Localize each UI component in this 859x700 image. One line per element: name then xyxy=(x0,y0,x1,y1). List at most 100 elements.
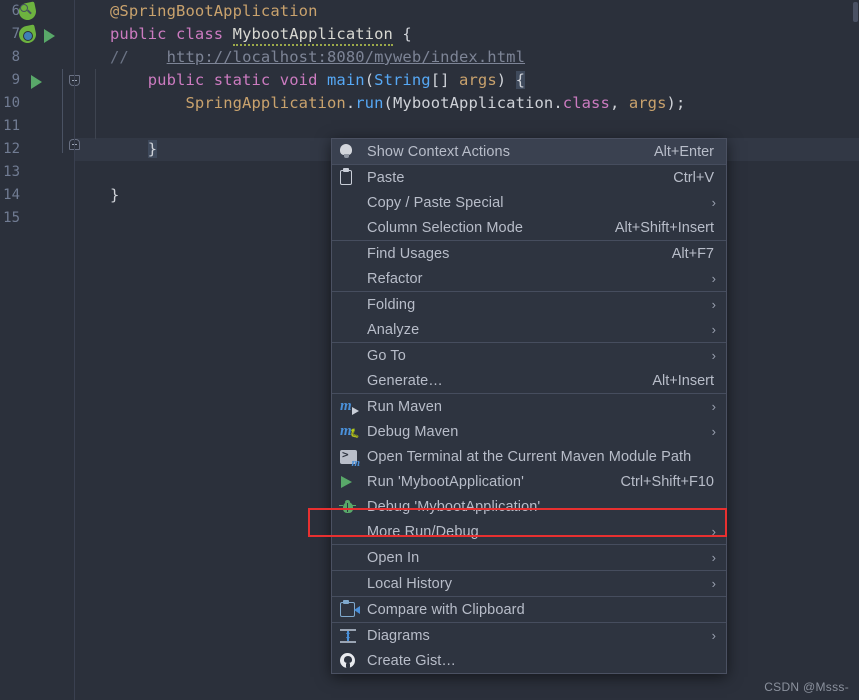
menu-item-create-gist[interactable]: Create Gist… xyxy=(332,648,726,673)
code-line-10: SpringApplication.run(MybootApplication.… xyxy=(185,94,686,112)
menu-item-more-run-debug[interactable]: More Run/Debug › xyxy=(332,519,726,544)
clipboard-icon xyxy=(340,167,364,187)
chevron-right-icon: › xyxy=(711,424,716,439)
spring-boot-run-gutter-icon[interactable] xyxy=(17,24,38,45)
menu-item-run-application[interactable]: Run 'MybootApplication' Ctrl+Shift+F10 xyxy=(332,469,726,494)
menu-item-label: Run Maven xyxy=(367,398,443,415)
maven-run-icon: m xyxy=(340,398,364,416)
line-number: 15 xyxy=(3,210,20,226)
no-icon xyxy=(340,523,364,541)
menu-item-label: Go To xyxy=(367,347,406,364)
call-owner-token: SpringApplication xyxy=(185,94,346,112)
menu-group: Paste Ctrl+V Copy / Paste Special › Colu… xyxy=(332,165,726,241)
run-gutter-icon[interactable] xyxy=(44,29,55,43)
editor-gutter[interactable]: 6 7 8 9 10 11 12 13 14 15 xyxy=(0,0,80,700)
no-icon xyxy=(340,347,364,365)
ide-screenshot: 6 7 8 9 10 11 12 13 14 15 @SpringBootApp… xyxy=(0,0,859,700)
chevron-right-icon: › xyxy=(711,297,716,312)
run-main-gutter-icon[interactable] xyxy=(31,75,42,89)
menu-item-diagrams[interactable]: Diagrams › xyxy=(332,623,726,648)
keyword-static: static xyxy=(213,71,271,89)
no-icon xyxy=(340,575,364,593)
menu-item-refactor[interactable]: Refactor › xyxy=(332,266,726,291)
menu-item-label: Folding xyxy=(367,296,416,313)
keyword-void: void xyxy=(279,71,318,89)
menu-item-label: Compare with Clipboard xyxy=(367,601,525,618)
terminal-icon: m xyxy=(340,448,364,469)
menu-item-paste[interactable]: Paste Ctrl+V xyxy=(332,165,726,190)
no-icon xyxy=(340,296,364,314)
indent-guide xyxy=(95,69,96,139)
chevron-right-icon: › xyxy=(711,550,716,565)
arg-args-token: args xyxy=(628,94,667,112)
menu-item-find-usages[interactable]: Find Usages Alt+F7 xyxy=(332,241,726,266)
menu-item-shortcut: Alt+F7 xyxy=(671,245,714,262)
no-icon xyxy=(340,270,364,288)
class-literal-token: class xyxy=(562,94,610,112)
editor-context-menu[interactable]: Show Context Actions Alt+Enter Paste Ctr… xyxy=(331,138,727,674)
menu-item-label: Open Terminal at the Current Maven Modul… xyxy=(367,448,692,465)
class-name-token: MybootApplication xyxy=(232,25,393,46)
line-number: 9 xyxy=(11,72,20,88)
menu-item-label: Refactor xyxy=(367,270,423,287)
menu-item-open-terminal-maven-module[interactable]: m Open Terminal at the Current Maven Mod… xyxy=(332,444,726,469)
code-line-6: @SpringBootApplication xyxy=(110,0,318,23)
menu-item-go-to[interactable]: Go To › xyxy=(332,343,726,368)
keyword-public: public xyxy=(110,25,167,43)
menu-group: Open In › xyxy=(332,545,726,571)
menu-group: Diagrams › Create Gist… xyxy=(332,623,726,673)
line-number: 6 xyxy=(11,3,20,19)
debug-bug-icon xyxy=(339,498,364,516)
menu-item-label: Column Selection Mode xyxy=(367,219,524,236)
open-brace-token: { xyxy=(402,25,412,43)
menu-group: Local History › xyxy=(332,571,726,597)
menu-item-label: Debug Maven xyxy=(367,423,459,440)
menu-item-label: Copy / Paste Special xyxy=(367,194,504,211)
lightbulb-icon xyxy=(340,143,364,161)
menu-item-open-in[interactable]: Open In › xyxy=(332,545,726,570)
menu-item-debug-maven[interactable]: m 🐛 Debug Maven › xyxy=(332,419,726,444)
type-string: String xyxy=(374,71,431,89)
menu-item-label: Open In xyxy=(367,549,420,566)
chevron-right-icon: › xyxy=(711,628,716,643)
no-icon xyxy=(340,194,364,212)
menu-item-shortcut: Alt+Enter xyxy=(653,143,714,160)
menu-item-run-maven[interactable]: m Run Maven › xyxy=(332,394,726,419)
keyword-class: class xyxy=(176,25,224,43)
spring-bean-gutter-icon[interactable] xyxy=(17,1,38,22)
call-method-token: run xyxy=(355,94,384,112)
chevron-right-icon: › xyxy=(711,195,716,210)
editor-scrollbar-thumb[interactable] xyxy=(853,2,858,22)
menu-item-label: Local History xyxy=(367,575,453,592)
menu-item-folding[interactable]: Folding › xyxy=(332,292,726,317)
no-icon xyxy=(340,219,364,237)
menu-group-run-debug: m Run Maven › m🐛 Debug Maven › m Open Te… xyxy=(332,394,726,545)
menu-item-label: Analyze xyxy=(367,321,420,338)
menu-group: Show Context Actions Alt+Enter xyxy=(332,139,726,165)
matched-brace-close: } xyxy=(147,140,158,158)
class-close-brace: } xyxy=(110,186,120,204)
menu-item-show-context-actions[interactable]: Show Context Actions Alt+Enter xyxy=(332,139,726,164)
menu-item-debug-application[interactable]: Debug 'MybootApplication' xyxy=(332,494,726,519)
menu-item-copy-paste-special[interactable]: Copy / Paste Special › xyxy=(332,190,726,215)
code-line-9: public static void main(String[] args) { xyxy=(147,71,526,89)
comment-url-link[interactable]: http://localhost:8080/myweb/index.html xyxy=(167,48,525,66)
line-number: 12 xyxy=(3,141,20,157)
github-icon xyxy=(340,652,364,670)
run-play-icon xyxy=(340,473,364,491)
menu-item-generate[interactable]: Generate… Alt+Insert xyxy=(332,368,726,393)
menu-item-column-selection-mode[interactable]: Column Selection Mode Alt+Shift+Insert xyxy=(332,215,726,240)
menu-item-local-history[interactable]: Local History › xyxy=(332,571,726,596)
line-number: 11 xyxy=(3,118,20,134)
keyword-public: public xyxy=(147,71,205,89)
code-line-12: } xyxy=(110,138,158,161)
line-number: 13 xyxy=(3,164,20,180)
no-icon xyxy=(340,321,364,339)
menu-item-analyze[interactable]: Analyze › xyxy=(332,317,726,342)
chevron-right-icon: › xyxy=(711,399,716,414)
menu-item-label: More Run/Debug xyxy=(367,523,479,540)
method-name-main: main xyxy=(326,71,365,89)
chevron-right-icon: › xyxy=(711,271,716,286)
menu-item-compare-with-clipboard[interactable]: Compare with Clipboard xyxy=(332,597,726,622)
menu-item-label: Generate… xyxy=(367,372,443,389)
